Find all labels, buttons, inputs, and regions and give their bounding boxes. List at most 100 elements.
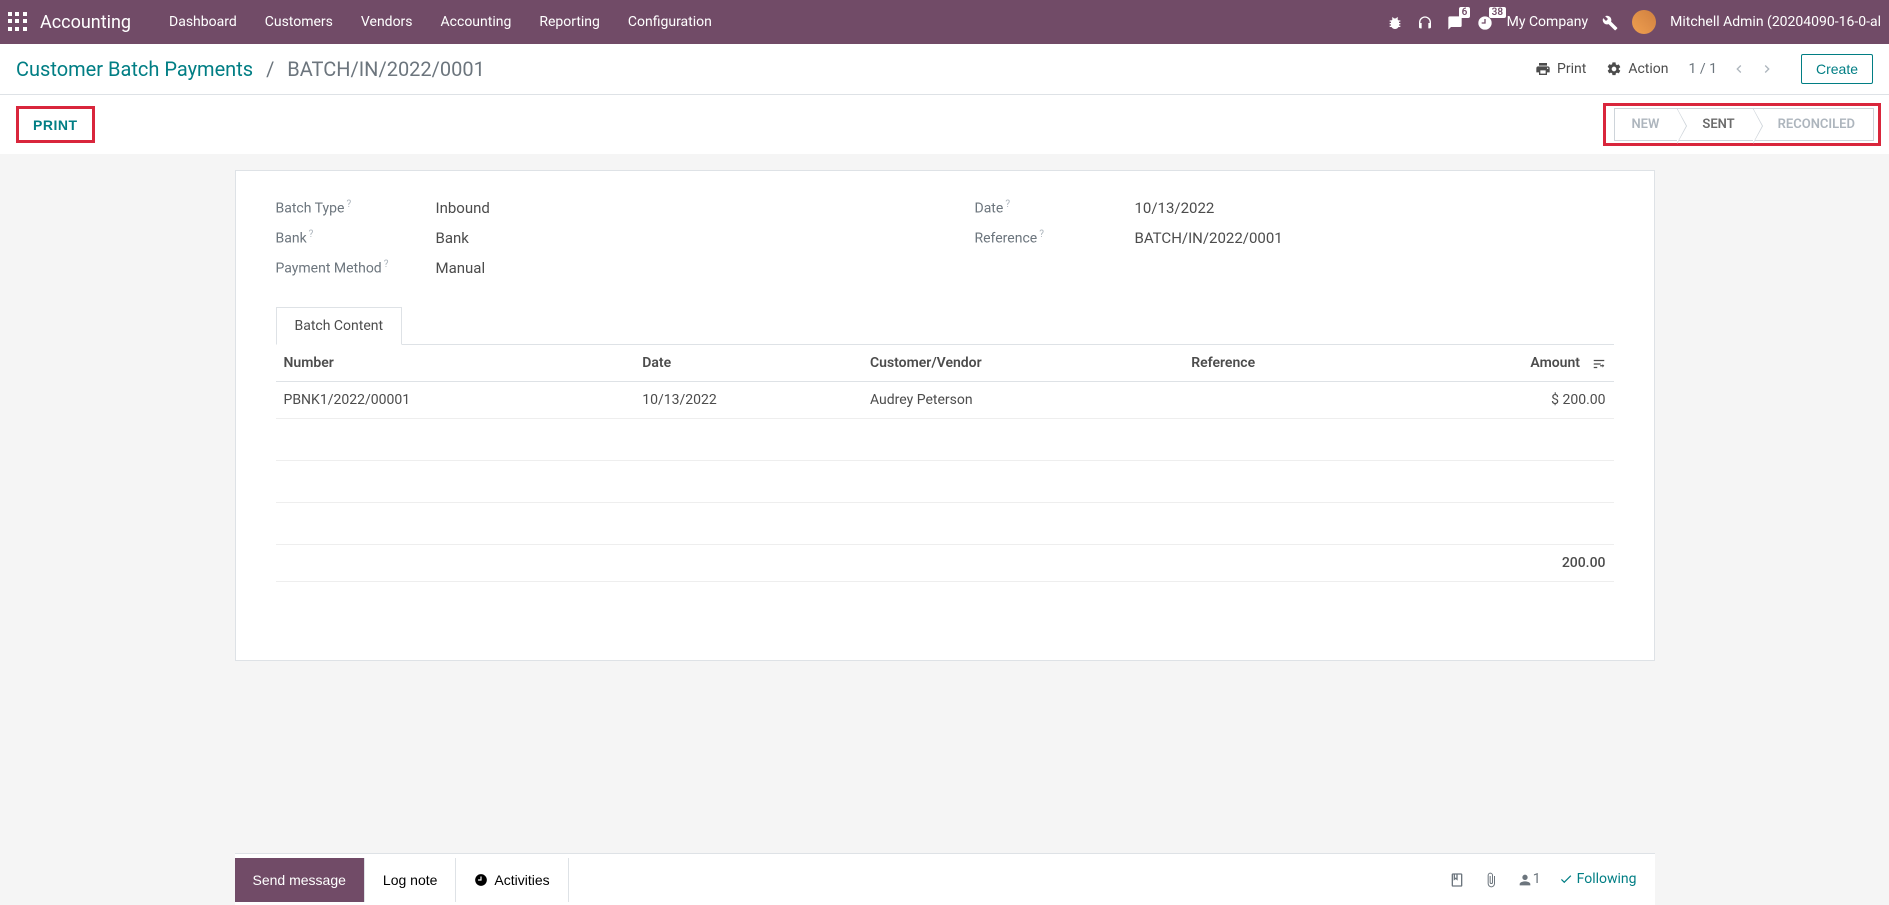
value-payment-method: Manual — [436, 259, 486, 277]
label-date: Date — [975, 201, 1004, 217]
help-icon[interactable]: ? — [1005, 199, 1010, 210]
messages-icon[interactable]: 6 — [1447, 13, 1463, 31]
cp-right: Print Action 1 / 1 Create — [1535, 54, 1873, 84]
chevron-right-icon — [1759, 61, 1775, 77]
table-header-row: Number Date Customer/Vendor Reference Am… — [276, 345, 1614, 382]
avatar[interactable] — [1632, 10, 1656, 34]
create-button[interactable]: Create — [1801, 54, 1873, 84]
menu-dashboard[interactable]: Dashboard — [155, 0, 251, 44]
pager-text: 1 / 1 — [1689, 61, 1717, 77]
table-row[interactable]: PBNK1/2022/00001 10/13/2022 Audrey Peter… — [276, 382, 1614, 419]
gear-icon — [1606, 61, 1622, 77]
field-batch-type: Batch Type? Inbound — [276, 199, 915, 217]
col-date[interactable]: Date — [634, 345, 862, 382]
action-dropdown[interactable]: Action — [1606, 61, 1668, 77]
check-icon — [1559, 872, 1573, 886]
clock-icon[interactable]: 38 — [1477, 13, 1493, 31]
value-bank: Bank — [436, 229, 469, 247]
support-icon[interactable] — [1417, 13, 1433, 31]
attachment-icon[interactable] — [1483, 871, 1499, 887]
columns-settings-icon[interactable] — [1592, 356, 1606, 370]
table-empty-row — [276, 503, 1614, 545]
company-switcher[interactable]: My Company — [1507, 14, 1589, 30]
col-amount[interactable]: Amount — [1384, 345, 1613, 382]
field-reference: Reference? BATCH/IN/2022/0001 — [975, 229, 1614, 247]
top-menu: Dashboard Customers Vendors Accounting R… — [155, 0, 726, 44]
followers-button[interactable]: 1 — [1517, 871, 1541, 887]
status-step-sent[interactable]: SENT — [1677, 108, 1752, 141]
breadcrumb-root[interactable]: Customer Batch Payments — [16, 57, 253, 81]
chatter-left: Send message Log note Activities — [235, 858, 569, 902]
cell-amount: $ 200.00 — [1384, 382, 1613, 419]
label-batch-type: Batch Type — [276, 201, 345, 217]
menu-accounting[interactable]: Accounting — [427, 0, 526, 44]
label-payment-method: Payment Method — [276, 261, 382, 277]
messages-badge: 6 — [1459, 7, 1471, 18]
person-icon — [1517, 872, 1533, 888]
printer-icon — [1535, 61, 1551, 77]
chatter-bar: Send message Log note Activities 1 Follo… — [235, 853, 1655, 905]
following-button[interactable]: Following — [1559, 871, 1637, 887]
value-reference: BATCH/IN/2022/0001 — [1135, 229, 1283, 247]
chevron-left-icon — [1731, 61, 1747, 77]
label-reference: Reference — [975, 231, 1038, 247]
print-highlight-box: PRINT — [16, 106, 95, 143]
book-icon[interactable] — [1449, 871, 1465, 887]
menu-vendors[interactable]: Vendors — [347, 0, 427, 44]
help-icon[interactable]: ? — [384, 259, 389, 270]
activities-badge: 38 — [1489, 7, 1506, 18]
bug-icon[interactable] — [1387, 13, 1403, 31]
pager-next[interactable] — [1753, 55, 1781, 83]
menu-reporting[interactable]: Reporting — [525, 0, 614, 44]
col-number[interactable]: Number — [276, 345, 635, 382]
table-empty-row — [276, 582, 1614, 624]
menu-configuration[interactable]: Configuration — [614, 0, 726, 44]
print-button[interactable]: PRINT — [33, 117, 78, 133]
cell-number: PBNK1/2022/00001 — [276, 382, 635, 419]
activities-button[interactable]: Activities — [456, 858, 568, 902]
activities-label: Activities — [494, 872, 549, 888]
top-nav-right: 6 38 My Company Mitchell Admin (20204090… — [1387, 10, 1881, 34]
table-empty-row — [276, 419, 1614, 461]
cell-total: 200.00 — [1384, 545, 1613, 582]
form-col-right: Date? 10/13/2022 Reference? BATCH/IN/202… — [975, 199, 1614, 289]
app-brand[interactable]: Accounting — [40, 12, 131, 33]
breadcrumb: Customer Batch Payments / BATCH/IN/2022/… — [16, 57, 485, 81]
form-col-left: Batch Type? Inbound Bank? Bank Payment M… — [276, 199, 915, 289]
apps-icon[interactable] — [8, 12, 28, 32]
cell-partner: Audrey Peterson — [862, 382, 1183, 419]
value-date: 10/13/2022 — [1135, 199, 1215, 217]
status-bar: PRINT NEW SENT RECONCILED — [0, 95, 1889, 154]
col-reference[interactable]: Reference — [1183, 345, 1384, 382]
label-bank: Bank — [276, 231, 307, 247]
chatter-right: 1 Following — [1449, 871, 1655, 887]
field-payment-method: Payment Method? Manual — [276, 259, 915, 277]
breadcrumb-current: BATCH/IN/2022/0001 — [287, 57, 485, 81]
pager-prev[interactable] — [1725, 55, 1753, 83]
print-dropdown[interactable]: Print — [1535, 61, 1586, 77]
help-icon[interactable]: ? — [309, 229, 314, 240]
table-empty-row — [276, 461, 1614, 503]
form-grid: Batch Type? Inbound Bank? Bank Payment M… — [276, 199, 1614, 289]
breadcrumb-separator: / — [266, 57, 274, 81]
cell-reference — [1183, 382, 1384, 419]
print-label: Print — [1557, 61, 1586, 77]
send-message-button[interactable]: Send message — [235, 858, 365, 902]
status-steps: NEW SENT RECONCILED — [1614, 108, 1874, 141]
col-partner[interactable]: Customer/Vendor — [862, 345, 1183, 382]
cell-date: 10/13/2022 — [634, 382, 862, 419]
tools-icon[interactable] — [1602, 13, 1618, 31]
user-menu[interactable]: Mitchell Admin (20204090-16-0-al — [1670, 14, 1881, 30]
table-total-row: 200.00 — [276, 545, 1614, 582]
menu-customers[interactable]: Customers — [251, 0, 347, 44]
pager: 1 / 1 — [1689, 55, 1781, 83]
help-icon[interactable]: ? — [346, 199, 351, 210]
status-steps-highlight-box: NEW SENT RECONCILED — [1603, 103, 1881, 146]
help-icon[interactable]: ? — [1039, 229, 1044, 240]
clock-icon — [474, 873, 488, 887]
log-note-button[interactable]: Log note — [365, 858, 457, 902]
tab-batch-content[interactable]: Batch Content — [276, 307, 403, 345]
status-step-new[interactable]: NEW — [1614, 108, 1677, 141]
status-step-reconciled[interactable]: RECONCILED — [1753, 108, 1874, 141]
field-date: Date? 10/13/2022 — [975, 199, 1614, 217]
